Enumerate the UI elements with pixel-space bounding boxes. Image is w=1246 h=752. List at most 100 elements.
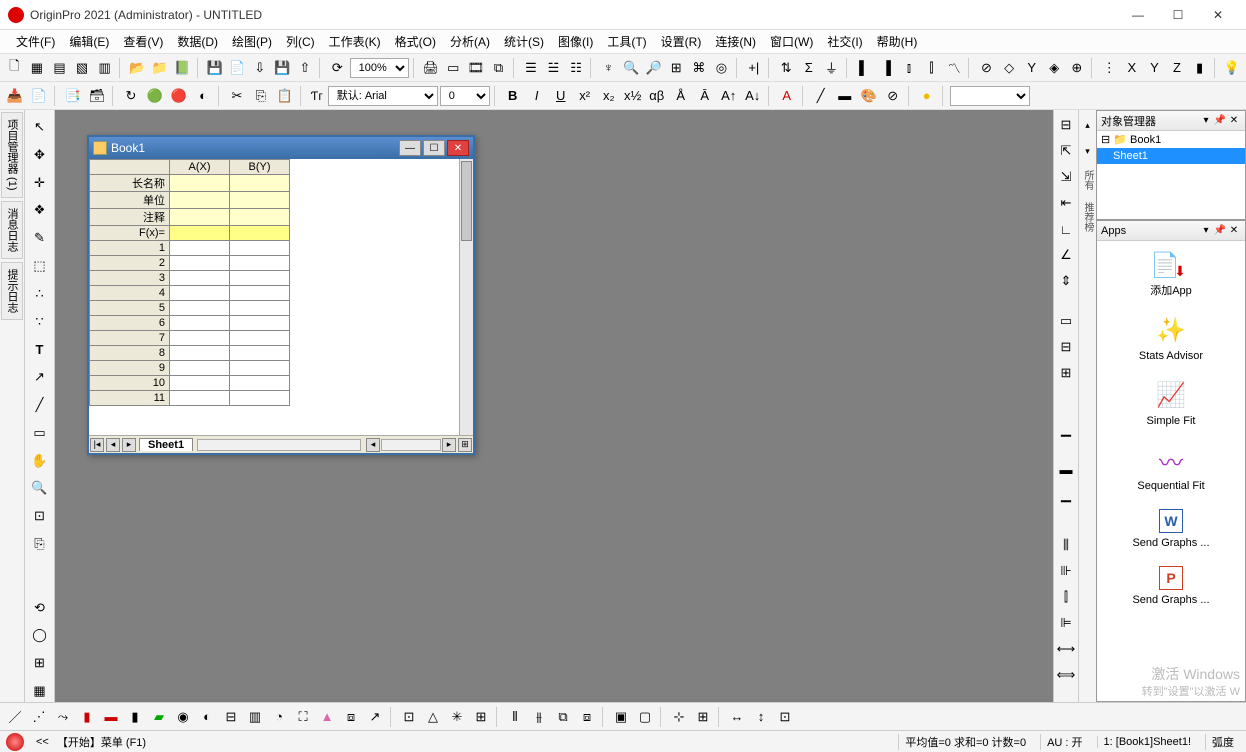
zoomin-icon[interactable]: 🔎 <box>643 57 664 79</box>
region-icon[interactable]: ⊡ <box>29 505 51 527</box>
layout-icon[interactable]: ☰ <box>521 57 542 79</box>
sheet-nav-prev[interactable]: ◂ <box>106 438 120 452</box>
circle-icon[interactable]: ◯ <box>29 625 51 647</box>
tree-sheet-node[interactable]: Sheet1 <box>1097 148 1245 164</box>
data-reader-icon[interactable]: ❖ <box>29 199 51 221</box>
stack-col-icon[interactable]: ▮ <box>124 706 146 728</box>
menu-column[interactable]: 列(C) <box>280 31 321 52</box>
menu-analysis[interactable]: 分析(A) <box>444 31 496 52</box>
app-stats-advisor[interactable]: ✨ Stats Advisor <box>1097 306 1245 371</box>
row-3[interactable]: 3 <box>90 271 170 286</box>
corner-cell[interactable] <box>90 160 170 175</box>
text-icon[interactable]: T <box>29 339 51 361</box>
light-icon[interactable]: ● <box>916 85 938 107</box>
arrow-up-icon[interactable]: ▴ <box>1080 114 1096 136</box>
fontcolor-icon[interactable]: A <box>776 85 798 107</box>
menu-plot[interactable]: 绘图(P) <box>226 31 278 52</box>
slide-icon[interactable]: ▭ <box>443 57 464 79</box>
row-9[interactable]: 9 <box>90 361 170 376</box>
align-obj-icon[interactable]: ⫴ <box>504 706 526 728</box>
bar-icon[interactable]: ▌ <box>853 57 874 79</box>
layer2-icon[interactable]: ⇲ <box>1055 166 1077 188</box>
mask1-icon[interactable]: ⊘ <box>976 57 997 79</box>
scale-icon[interactable]: ⇕ <box>1055 270 1077 292</box>
film-icon[interactable]: 🎞 <box>466 57 487 79</box>
print-icon[interactable]: 🖨 <box>420 57 441 79</box>
draw-icon[interactable]: ✎ <box>29 227 51 249</box>
row-1[interactable]: 1 <box>90 241 170 256</box>
palette-icon[interactable]: 🎨 <box>858 85 880 107</box>
screen-reader-icon[interactable]: ✛ <box>29 172 51 194</box>
row-6[interactable]: 6 <box>90 316 170 331</box>
tab-message-log[interactable]: 消息日志 <box>1 201 23 259</box>
menu-window[interactable]: 窗口(W) <box>764 31 819 52</box>
sheet-nav-first[interactable]: |◂ <box>90 438 104 452</box>
panel3-icon[interactable]: ⊞ <box>1055 362 1077 384</box>
import-single-icon[interactable]: 📄 <box>28 85 50 107</box>
code-icon[interactable]: ⌘ <box>689 57 710 79</box>
dist-h-icon[interactable]: ⫼ <box>1055 534 1077 556</box>
new-workbook-icon[interactable]: ▦ <box>27 57 48 79</box>
zoom-tool-icon[interactable]: 🔍 <box>29 478 51 500</box>
stats-icon[interactable]: Σ <box>798 57 819 79</box>
apps-list[interactable]: 📄⬇ 添加App ✨ Stats Advisor 📈 Simple Fit 〰 … <box>1097 241 1245 701</box>
wind-icon[interactable]: ✳ <box>446 706 468 728</box>
pointer-icon[interactable]: ↖ <box>29 116 51 138</box>
decfont-icon[interactable]: A↓ <box>742 85 764 107</box>
insert-icon[interactable]: ⎘ <box>29 533 51 555</box>
copy-icon[interactable]: ⎘ <box>250 85 272 107</box>
app-sequential-fit[interactable]: 〰 Sequential Fit <box>1097 436 1245 501</box>
font-select[interactable]: 默认: Arial <box>328 86 438 106</box>
group-icon[interactable]: ⊟ <box>1055 114 1077 136</box>
workbook-close-button[interactable]: ✕ <box>447 140 469 156</box>
grid-icon[interactable]: ⊞ <box>666 57 687 79</box>
menu-statistics[interactable]: 统计(S) <box>498 31 550 52</box>
arrow-down-icon[interactable]: ▾ <box>1080 140 1096 162</box>
filter-icon[interactable]: ⏚ <box>821 57 842 79</box>
tab-hint-log[interactable]: 提示日志 <box>1 262 23 320</box>
column-plot-icon[interactable]: ▮ <box>76 706 98 728</box>
fillcolor-icon[interactable]: ▬ <box>834 85 856 107</box>
greek-icon[interactable]: αβ <box>646 85 668 107</box>
snap-icon[interactable]: ⊹ <box>668 706 690 728</box>
selection-icon[interactable]: ⬚ <box>29 255 51 277</box>
apps-pin-icon[interactable]: 📌 <box>1213 224 1227 238</box>
row-longname[interactable]: 长名称 <box>90 175 170 192</box>
none-icon[interactable]: ⊘ <box>882 85 904 107</box>
stock-icon[interactable]: ⊡ <box>398 706 420 728</box>
incfont-icon[interactable]: A↑ <box>718 85 740 107</box>
back-icon[interactable]: ▢ <box>634 706 656 728</box>
accent-icon[interactable]: Ā <box>694 85 716 107</box>
col-icon[interactable]: ▮ <box>1189 57 1210 79</box>
width-icon[interactable]: ↔ <box>726 706 748 728</box>
3dscatter-icon[interactable]: ⛶ <box>292 706 314 728</box>
save-icon[interactable]: 💾 <box>204 57 225 79</box>
row-5[interactable]: 5 <box>90 301 170 316</box>
linecolor-icon[interactable]: ╱ <box>810 85 832 107</box>
status-nav-left[interactable]: << <box>36 736 49 748</box>
x-icon[interactable]: X <box>1122 57 1143 79</box>
z-icon[interactable]: Z <box>1167 57 1188 79</box>
arrow-icon[interactable]: ↗ <box>29 366 51 388</box>
paste-icon[interactable]: 📋 <box>274 85 296 107</box>
chart1-icon[interactable]: ⫾ <box>899 57 920 79</box>
layer3-icon[interactable]: ⇤ <box>1055 192 1077 214</box>
scatter-icon[interactable]: ∴ <box>29 283 51 305</box>
new-matrix-icon[interactable]: ▥ <box>94 57 115 79</box>
template-icon[interactable]: ⊞ <box>470 706 492 728</box>
axis-icon[interactable]: ∟ <box>1055 218 1077 240</box>
maximize-button[interactable]: ☐ <box>1158 1 1198 29</box>
height-icon[interactable]: ↕ <box>750 706 772 728</box>
workbook-min-button[interactable]: ― <box>399 140 421 156</box>
bar2-icon[interactable]: ▐ <box>876 57 897 79</box>
sup-icon[interactable]: x² <box>574 85 596 107</box>
3dbars-icon[interactable]: ⧈ <box>340 706 362 728</box>
hscroll-left[interactable]: ◂ <box>366 438 380 452</box>
import-multi-icon[interactable]: 📑 <box>62 85 84 107</box>
menu-tools[interactable]: 工具(T) <box>601 31 652 52</box>
hscroll-right[interactable]: ▸ <box>442 438 456 452</box>
same-size-icon[interactable]: ⊡ <box>774 706 796 728</box>
apps-close-icon[interactable]: ✕ <box>1227 224 1241 238</box>
save2-icon[interactable]: 💾 <box>272 57 293 79</box>
fontsize-select[interactable]: 0 <box>440 86 490 106</box>
